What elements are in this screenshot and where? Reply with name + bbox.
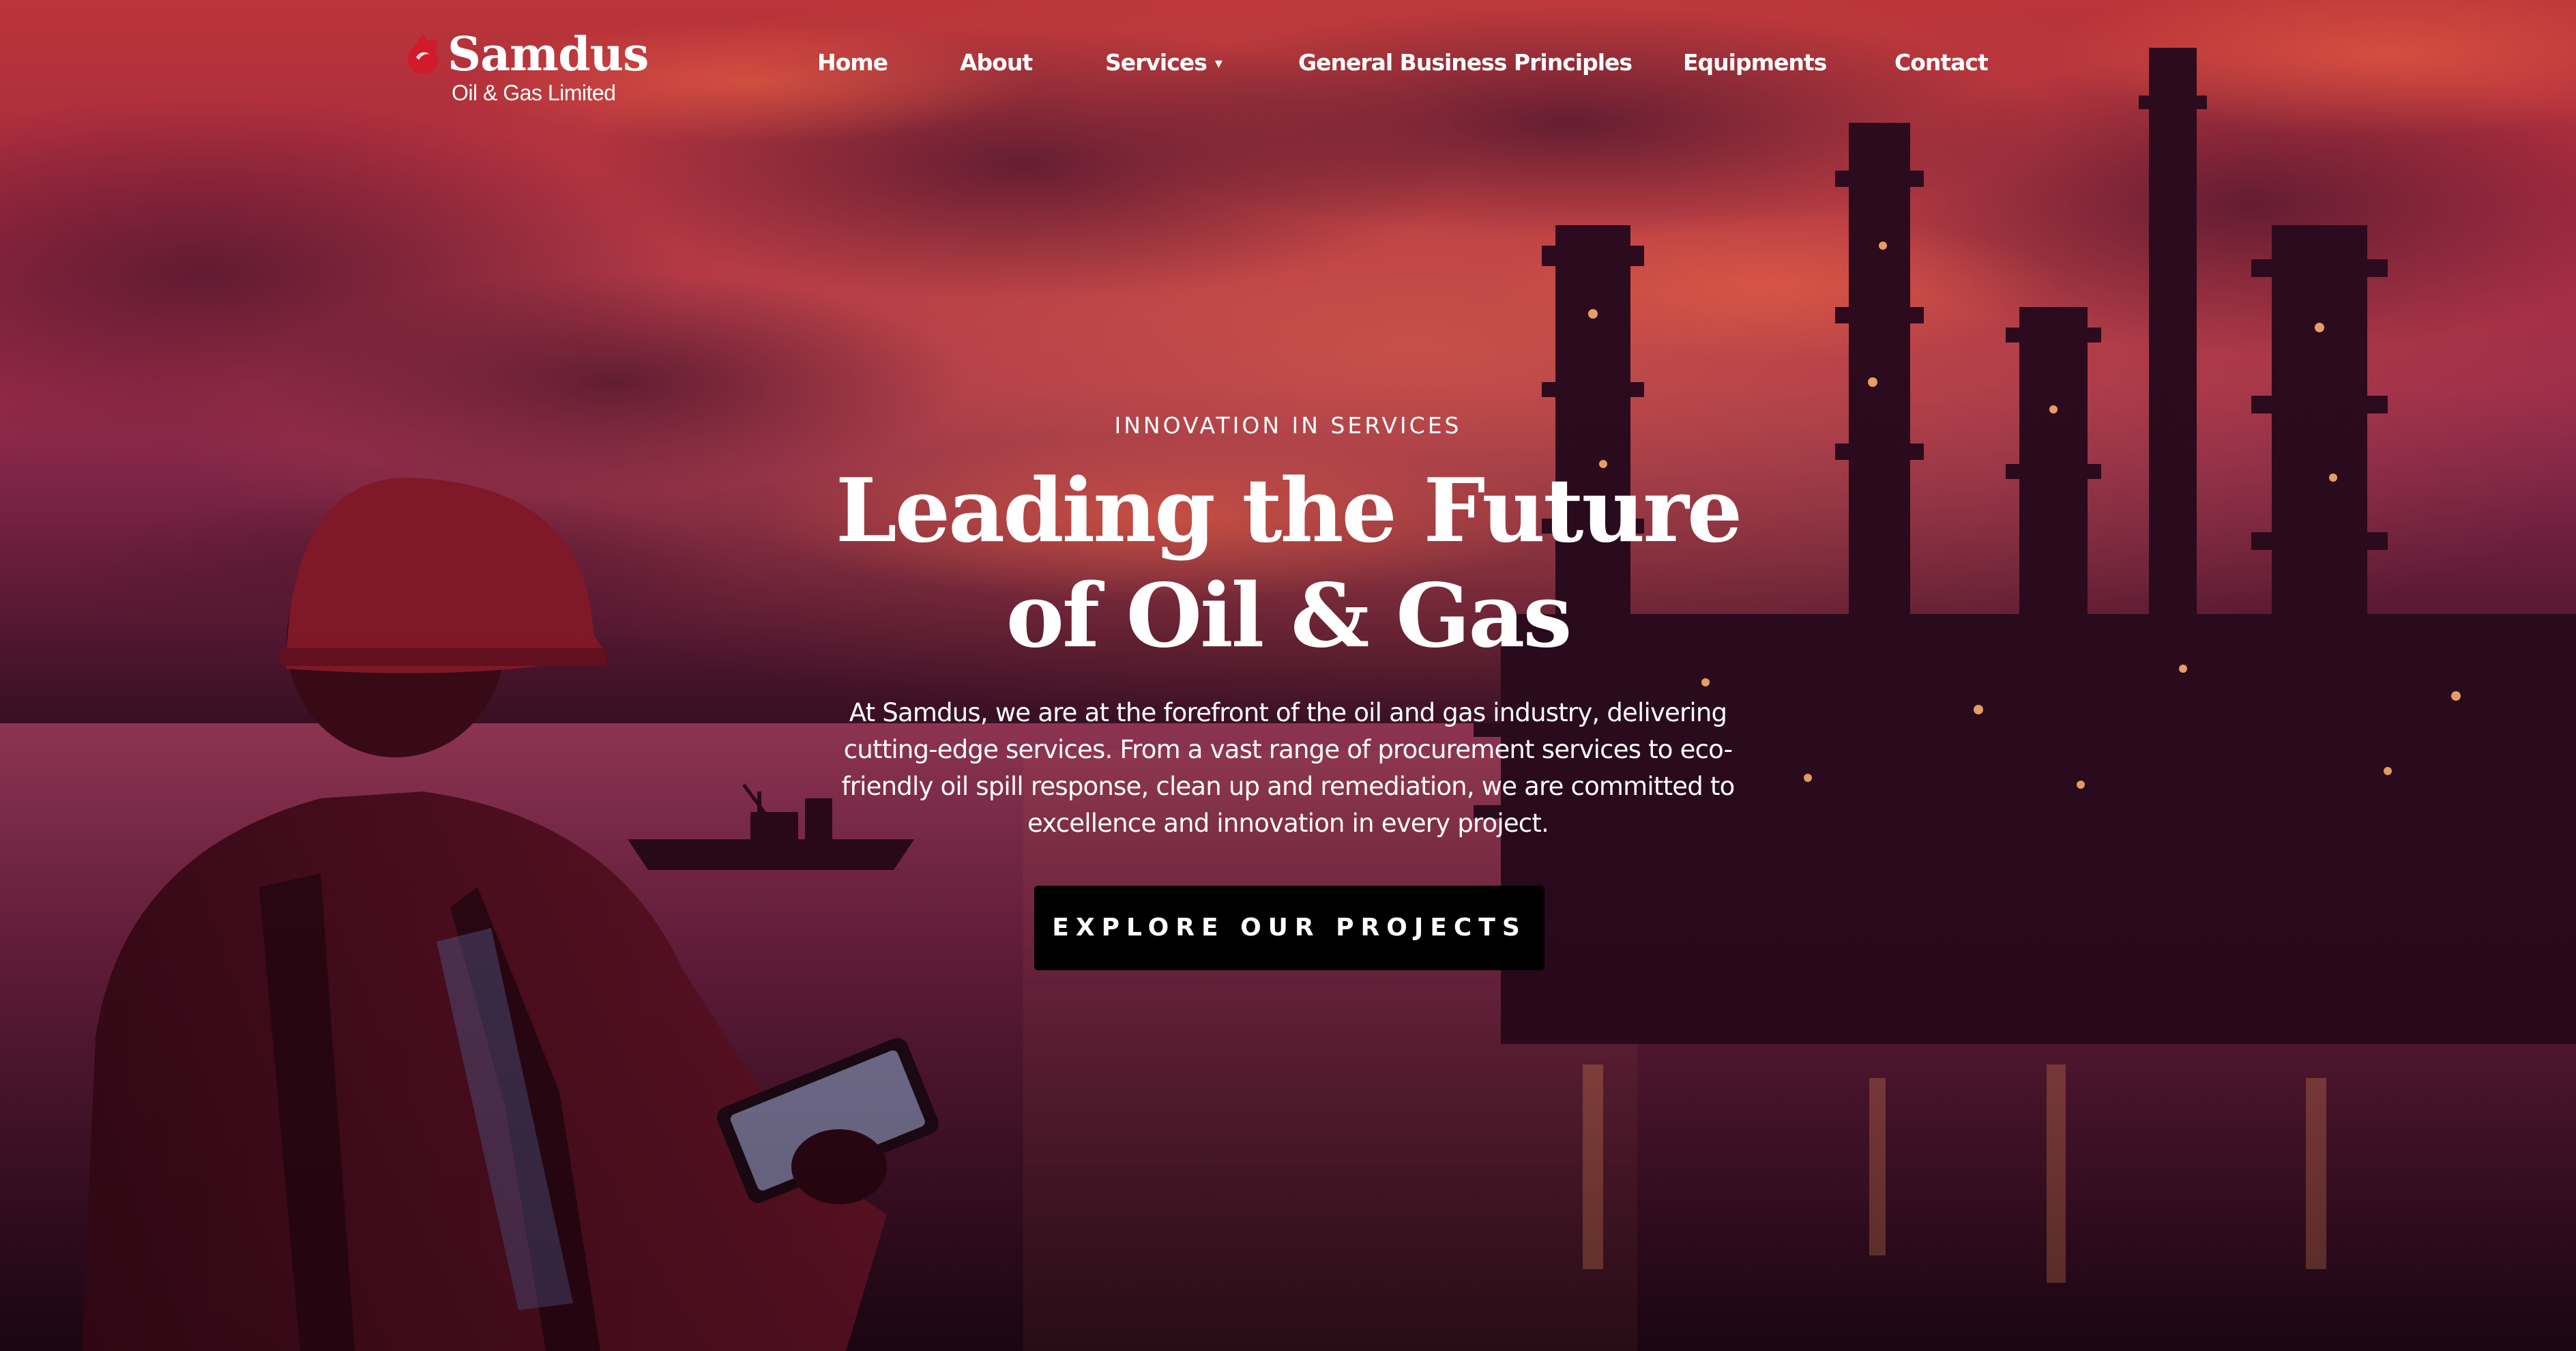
hero-eyebrow: INNOVATION IN SERVICES [1114, 412, 1462, 439]
hero-headline-line-1: Leading the Future [835, 460, 1743, 562]
hero-description: At Samdus, we are at the forefront of th… [841, 698, 1736, 838]
hero-headline-line-2: of Oil & Gas [1006, 565, 1572, 667]
hero-content: INNOVATION IN SERVICES Leading the Futur… [0, 0, 2576, 1351]
explore-projects-button[interactable]: EXPLORE OUR PROJECTS [1034, 886, 1545, 970]
hero-headline: Leading the Future of Oil & Gas [0, 459, 2576, 669]
